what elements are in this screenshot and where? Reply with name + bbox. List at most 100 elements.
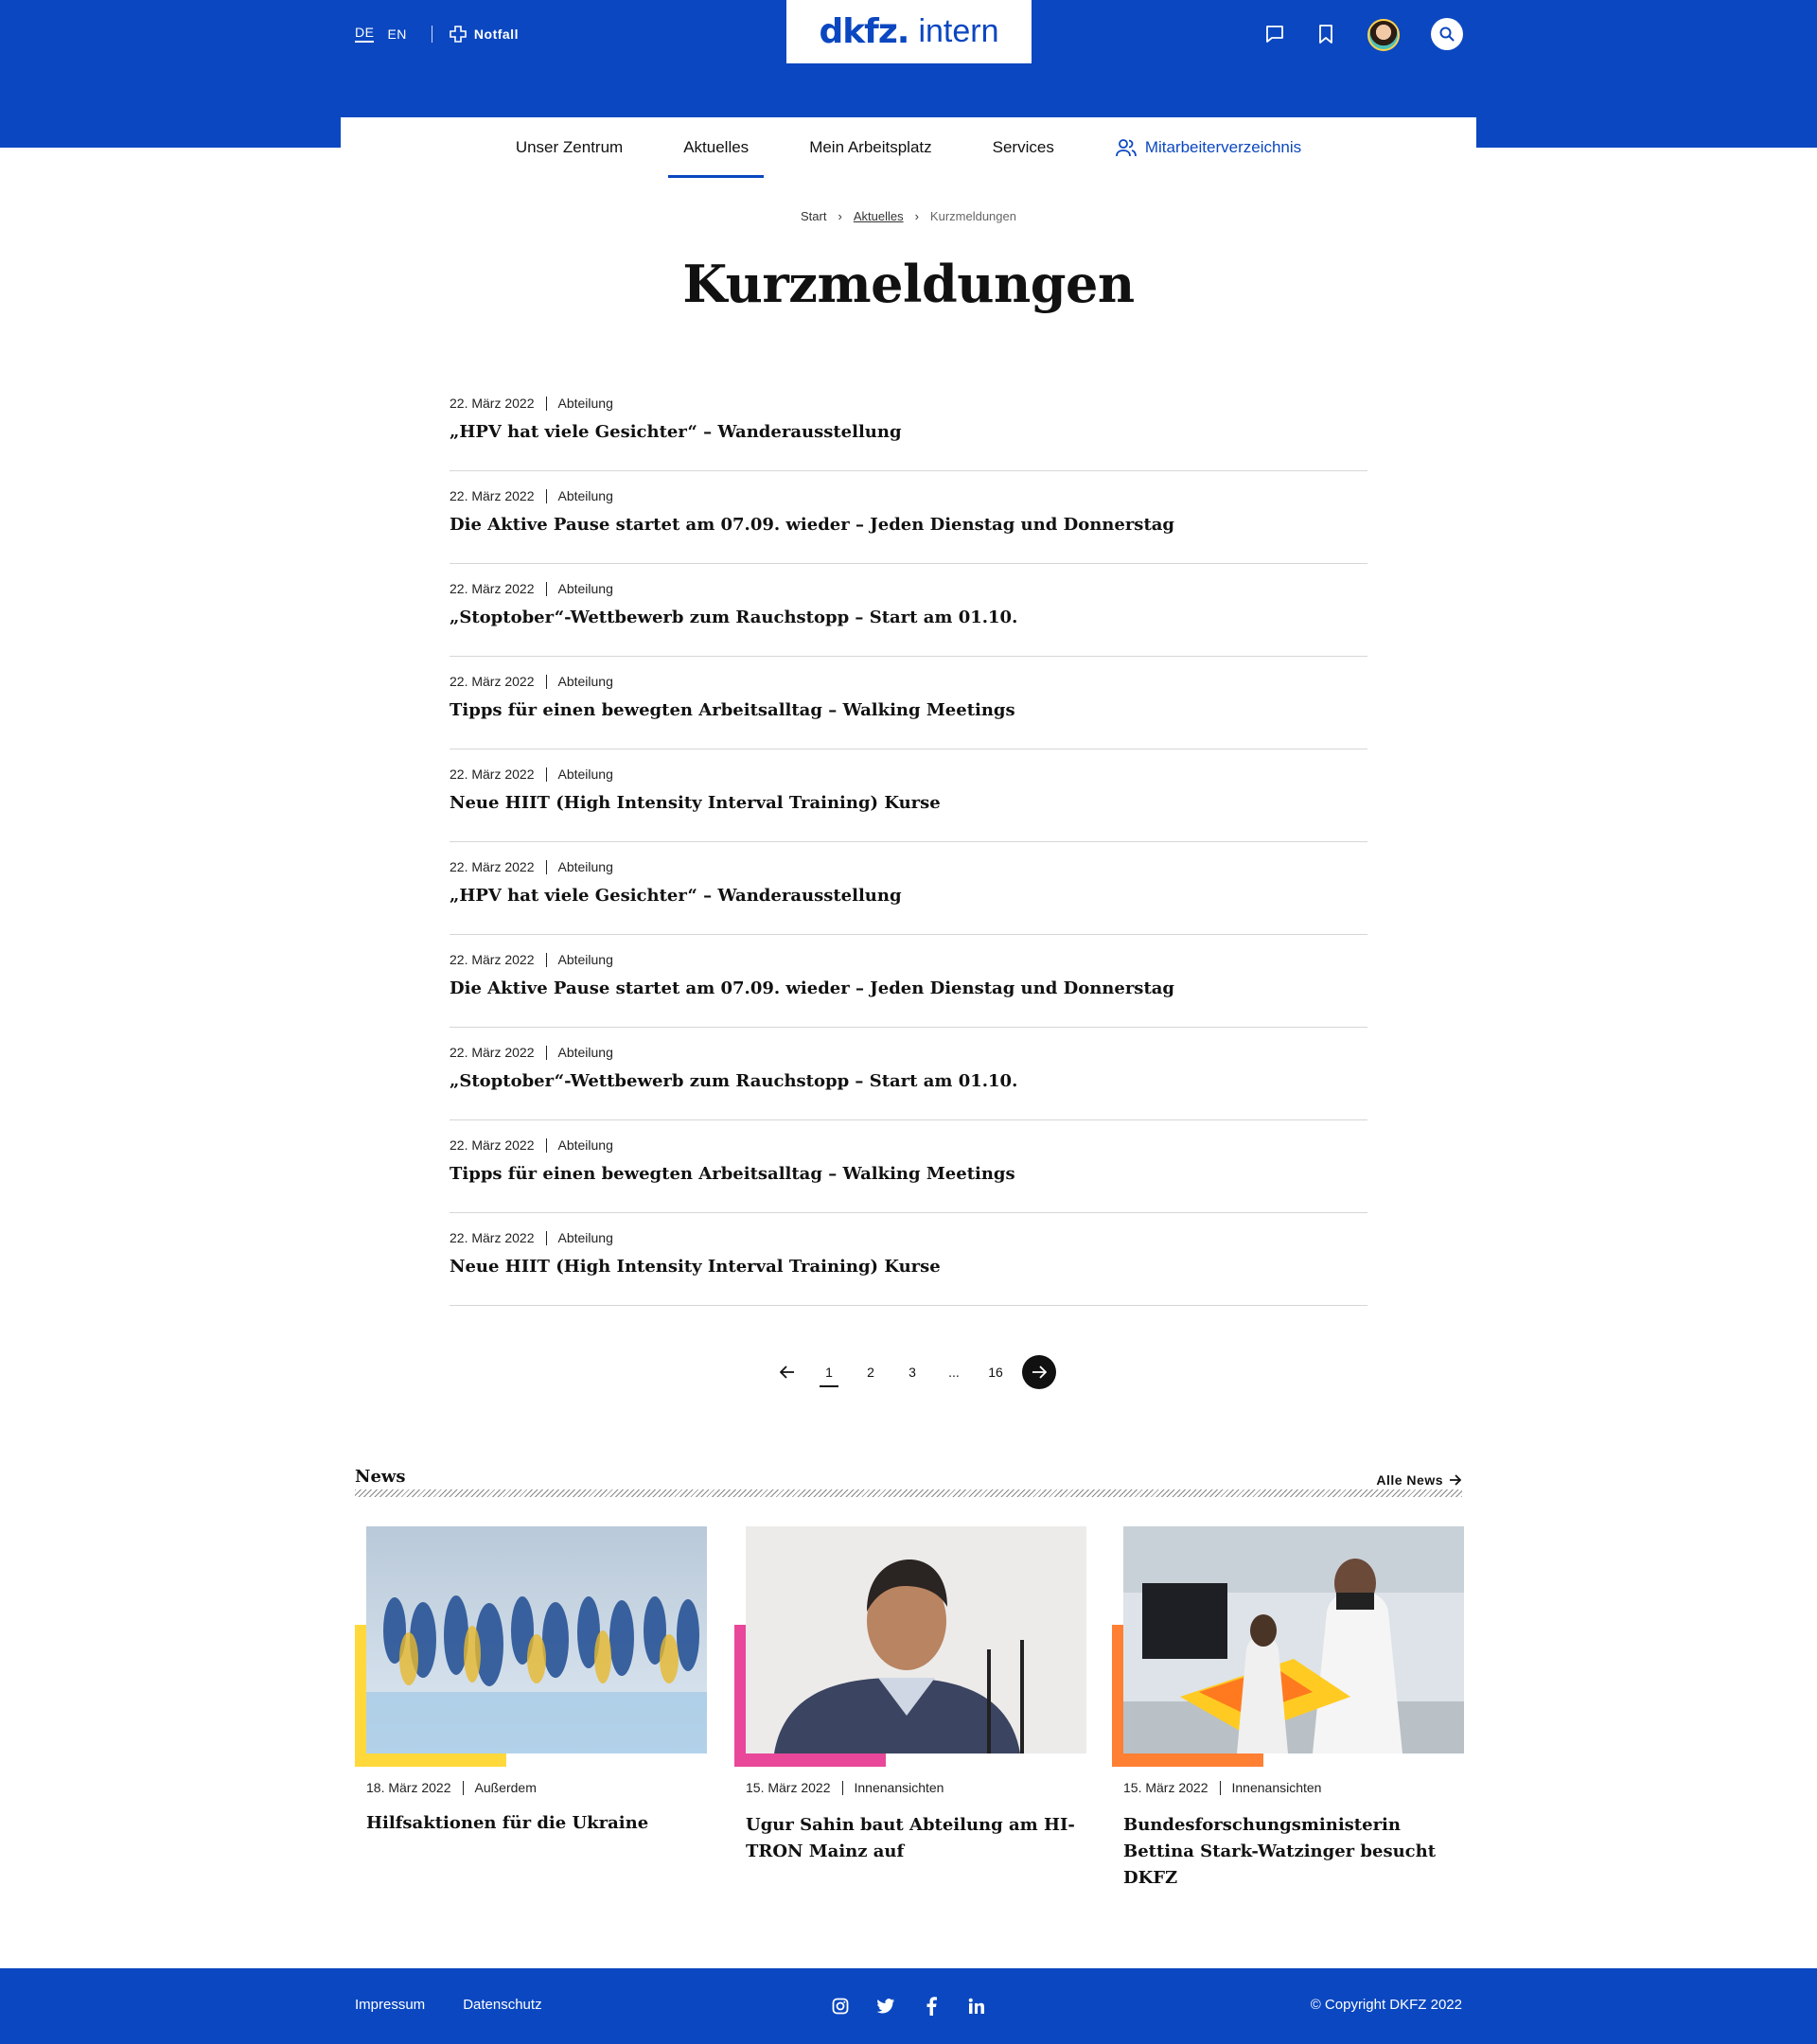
notfall-link[interactable]: Notfall <box>450 25 532 43</box>
card-category: Innenansichten <box>854 1780 944 1795</box>
all-news-link[interactable]: Alle News <box>1367 1472 1462 1488</box>
item-date: 22. März 2022 <box>450 766 535 782</box>
card-meta: 15. März 2022 Innenansichten <box>1123 1780 1321 1795</box>
item-meta: 22. März 2022 Abteilung <box>450 674 1367 689</box>
item-category: Abteilung <box>557 1137 613 1153</box>
facebook-icon[interactable] <box>920 1995 943 2018</box>
card-meta: 15. März 2022 Innenansichten <box>746 1780 944 1795</box>
item-date: 22. März 2022 <box>450 488 535 503</box>
item-date: 22. März 2022 <box>450 674 535 689</box>
item-title[interactable]: Neue HIIT (High Intensity Interval Train… <box>450 1257 1367 1277</box>
divider <box>545 1137 547 1153</box>
impressum-link[interactable]: Impressum <box>355 1997 425 2013</box>
breadcrumb: Start › Aktuelles › Kurzmeldungen <box>0 209 1817 223</box>
item-title[interactable]: Tipps für einen bewegten Arbeitsalltag –… <box>450 1164 1367 1184</box>
twitter-icon[interactable] <box>874 1995 897 2018</box>
card-title[interactable]: Hilfsaktionen für die Ukraine <box>366 1810 707 1837</box>
divider <box>545 952 547 967</box>
card-title[interactable]: Ugur Sahin baut Abteilung am HI-TRON Mai… <box>746 1812 1086 1865</box>
breadcrumb-start[interactable]: Start <box>801 209 826 223</box>
instagram-icon[interactable] <box>829 1995 852 2018</box>
footer-links: Impressum Datenschutz <box>355 1997 580 2013</box>
news-card[interactable]: 15. März 2022 Innenansichten Ugur Sahin … <box>734 1526 1086 1861</box>
item-category: Abteilung <box>557 674 613 689</box>
search-button[interactable] <box>1431 18 1463 50</box>
item-title[interactable]: Die Aktive Pause startet am 07.09. wiede… <box>450 515 1367 535</box>
list-item[interactable]: 22. März 2022 Abteilung „HPV hat viele Ges… <box>450 379 1367 471</box>
prev-page-button[interactable] <box>767 1355 808 1389</box>
card-date: 15. März 2022 <box>746 1780 831 1795</box>
divider <box>545 488 547 503</box>
list-item[interactable]: 22. März 2022 Abteilung „Stoptober“-Wettbe… <box>450 1028 1367 1120</box>
card-title[interactable]: Bundesforschungsministerin Bettina Stark… <box>1123 1812 1464 1892</box>
news-card[interactable]: 18. März 2022 Außerdem Hilfsaktionen für… <box>355 1526 707 1833</box>
page-title: Kurzmeldungen <box>682 254 1135 314</box>
main-nav: Unser Zentrum Aktuelles Mein Arbeitsplat… <box>341 117 1476 178</box>
card-image-ukraine-painting <box>366 1526 707 1753</box>
datenschutz-link[interactable]: Datenschutz <box>463 1997 541 2013</box>
item-title[interactable]: „HPV hat viele Gesichter“ – Wanderausste… <box>450 886 1367 906</box>
list-item[interactable]: 22. März 2022 Abteilung „Stoptober“-Wettbe… <box>450 564 1367 657</box>
item-title[interactable]: Die Aktive Pause startet am 07.09. wiede… <box>450 978 1367 998</box>
divider <box>545 396 547 411</box>
item-category: Abteilung <box>557 396 613 411</box>
page-16[interactable]: 16 <box>975 1355 1016 1389</box>
divider <box>545 581 547 596</box>
list-item[interactable]: 22. März 2022 Abteilung Neue HIIT (High In… <box>450 749 1367 842</box>
list-item[interactable]: 22. März 2022 Abteilung Die Aktive Pause s… <box>450 471 1367 564</box>
copyright: © Copyright DKFZ 2022 <box>1310 1997 1462 2013</box>
nav-item-services[interactable]: Services <box>978 117 1069 178</box>
card-image-lab-visit <box>1123 1526 1464 1753</box>
item-category: Abteilung <box>557 766 613 782</box>
item-title[interactable]: „Stoptober“-Wettbewerb zum Rauchstopp – … <box>450 608 1367 627</box>
card-meta: 18. März 2022 Außerdem <box>366 1780 537 1795</box>
pagination: 1 2 3 ... 16 <box>767 1355 1056 1389</box>
lang-de[interactable]: DE <box>355 25 375 43</box>
bookmark-icon[interactable] <box>1311 19 1341 49</box>
page-1[interactable]: 1 <box>808 1355 850 1389</box>
list-item[interactable]: 22. März 2022 Abteilung Die Aktive Pause s… <box>450 935 1367 1028</box>
page-3[interactable]: 3 <box>891 1355 933 1389</box>
card-image-portrait <box>746 1526 1086 1753</box>
item-title[interactable]: „Stoptober“-Wettbewerb zum Rauchstopp – … <box>450 1071 1367 1091</box>
list-item[interactable]: 22. März 2022 Abteilung Tipps für einen be… <box>450 657 1367 749</box>
item-date: 22. März 2022 <box>450 1230 535 1245</box>
linkedin-icon[interactable] <box>965 1995 988 2018</box>
item-category: Abteilung <box>557 952 613 967</box>
next-page-button[interactable] <box>1022 1355 1056 1389</box>
item-meta: 22. März 2022 Abteilung <box>450 1137 1367 1153</box>
nav-item-mein-arbeitsplatz[interactable]: Mein Arbeitsplatz <box>794 117 946 178</box>
item-title[interactable]: Tipps für einen bewegten Arbeitsalltag –… <box>450 700 1367 720</box>
short-news-list: 22. März 2022 Abteilung „HPV hat viele Ges… <box>450 379 1367 1306</box>
divider <box>841 1780 843 1795</box>
item-title[interactable]: Neue HIIT (High Intensity Interval Train… <box>450 793 1367 813</box>
list-item[interactable]: 22. März 2022 Abteilung Neue HIIT (High In… <box>450 1213 1367 1306</box>
nav-item-mitarbeiterverzeichnis[interactable]: Mitarbeiterverzeichnis <box>1100 117 1316 178</box>
breadcrumb-aktuelles[interactable]: Aktuelles <box>854 209 904 223</box>
nav-item-unser-zentrum[interactable]: Unser Zentrum <box>501 117 638 178</box>
notfall-label: Notfall <box>473 26 519 42</box>
arrow-right-icon <box>1032 1366 1047 1379</box>
item-date: 22. März 2022 <box>450 859 535 874</box>
avatar[interactable] <box>1367 19 1400 51</box>
divider <box>545 1045 547 1060</box>
news-card[interactable]: 15. März 2022 Innenansichten Bundesforsc… <box>1112 1526 1464 1888</box>
divider <box>1219 1780 1221 1795</box>
logo-sub: intern <box>918 13 999 49</box>
item-meta: 22. März 2022 Abteilung <box>450 952 1367 967</box>
item-meta: 22. März 2022 Abteilung <box>450 859 1367 874</box>
item-title[interactable]: „HPV hat viele Gesichter“ – Wanderausste… <box>450 422 1367 442</box>
page-2[interactable]: 2 <box>850 1355 891 1389</box>
lang-en[interactable]: EN <box>387 26 406 42</box>
item-date: 22. März 2022 <box>450 1045 535 1060</box>
list-item[interactable]: 22. März 2022 Abteilung „HPV hat viele Ges… <box>450 842 1367 935</box>
nav-item-aktuelles[interactable]: Aktuelles <box>668 117 765 178</box>
item-date: 22. März 2022 <box>450 396 535 411</box>
divider-pattern <box>355 1489 1462 1497</box>
chat-icon[interactable] <box>1260 19 1290 49</box>
medical-cross-icon <box>450 25 467 43</box>
logo[interactable]: dkfz. intern <box>786 0 1032 63</box>
divider <box>545 766 547 782</box>
list-item[interactable]: 22. März 2022 Abteilung Tipps für einen be… <box>450 1120 1367 1213</box>
language-switcher: DE EN Notfall <box>355 25 532 43</box>
